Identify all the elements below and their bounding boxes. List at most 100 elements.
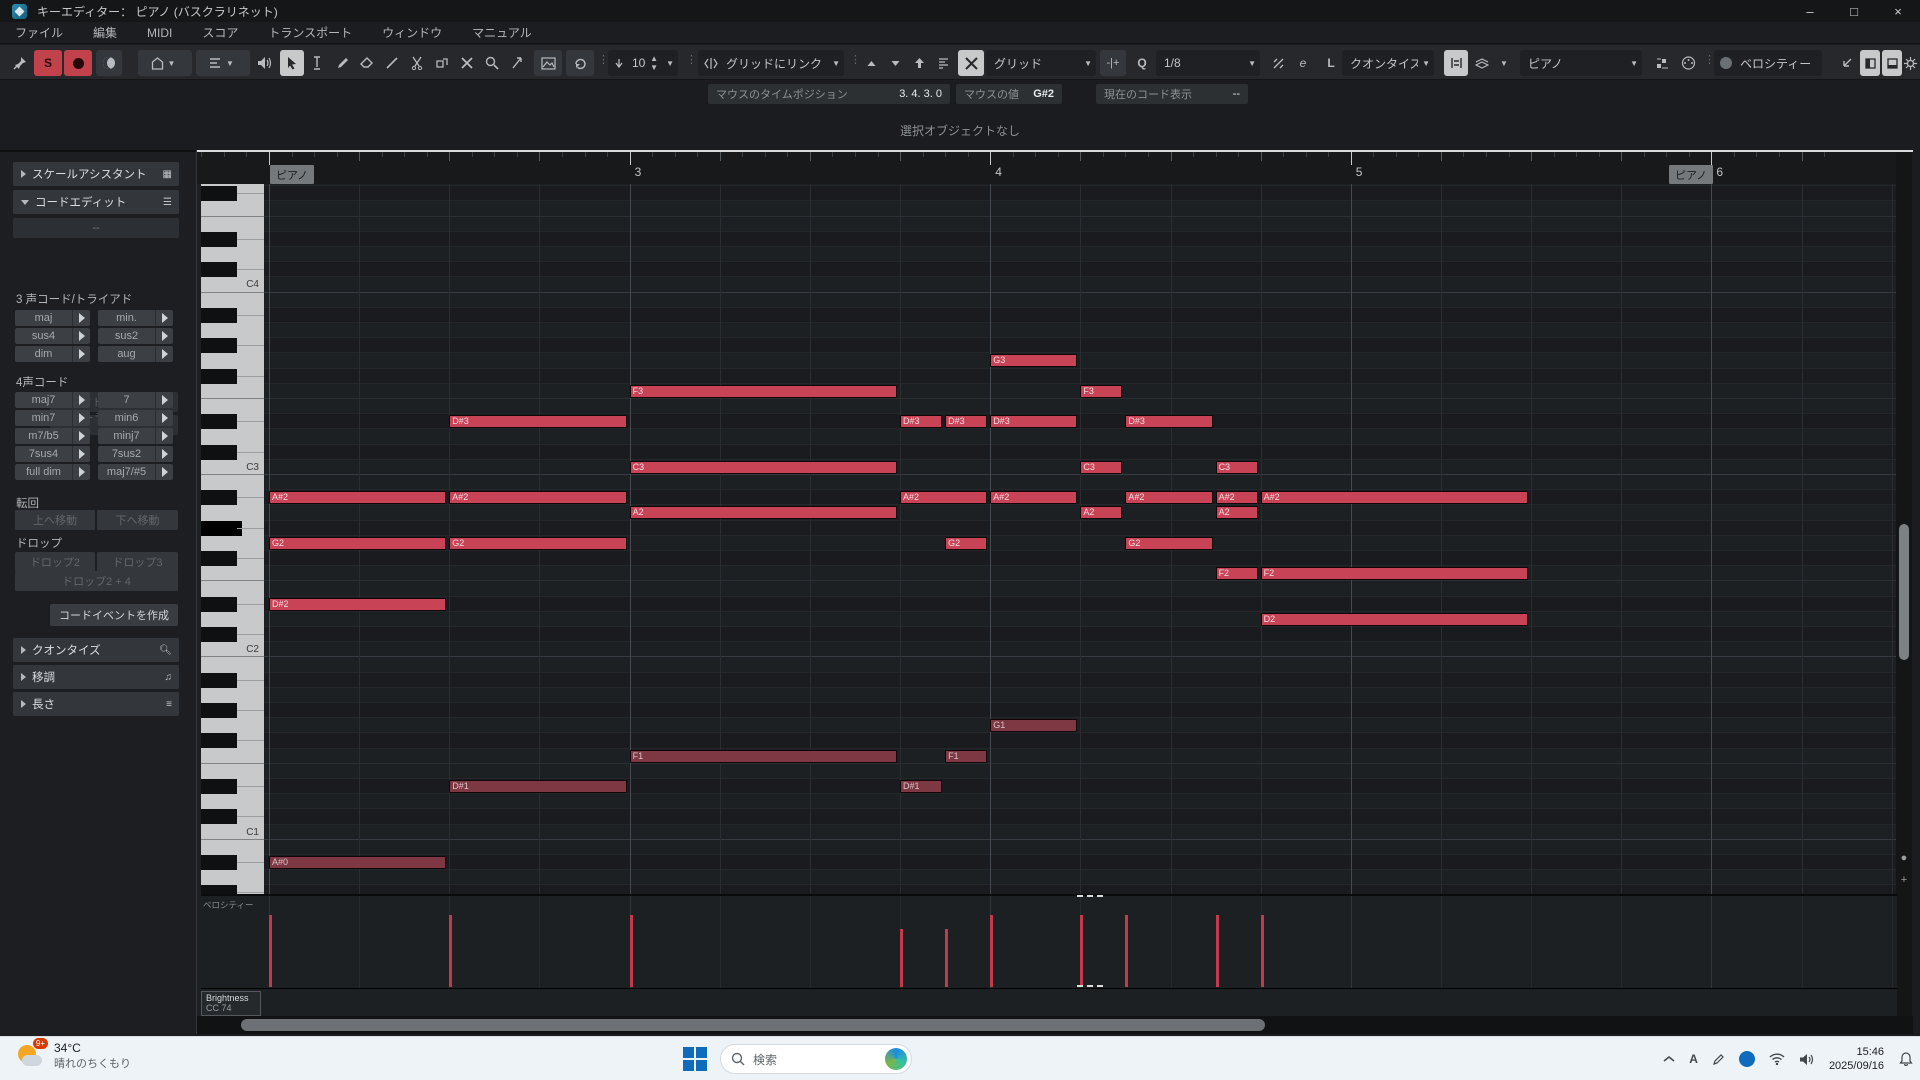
velocity-bar[interactable]	[1216, 915, 1219, 987]
chord-arrow-icon[interactable]	[155, 446, 173, 462]
insert-velocity-value[interactable]: 100	[624, 56, 646, 70]
midi-note[interactable]: D#3	[900, 415, 942, 428]
event-color-button[interactable]	[534, 50, 562, 76]
section-transpose[interactable]: 移調 ♫	[13, 665, 179, 689]
controller-lane[interactable]: Brightness CC 74	[201, 988, 1897, 1016]
chord-label[interactable]: 7sus4	[15, 446, 72, 462]
midi-note[interactable]: D#3	[1125, 415, 1212, 428]
horizontal-scrollbar[interactable]	[197, 1016, 1913, 1034]
velocity-lane[interactable]: ベロシティー	[201, 894, 1897, 988]
part-label-chip[interactable]: ピアノ	[270, 165, 314, 184]
chord-button-min7[interactable]: min7	[15, 410, 90, 426]
midi-note[interactable]: D#3	[449, 415, 626, 428]
midi-note[interactable]: A2	[1080, 506, 1122, 519]
chord-button-7sus2[interactable]: 7sus2	[98, 446, 173, 462]
part-label-chip[interactable]: ピアノ	[1669, 165, 1713, 184]
velocity-bars[interactable]	[264, 896, 1897, 988]
velocity-bar[interactable]	[630, 915, 633, 987]
notification-bell-icon[interactable]	[1899, 1052, 1913, 1066]
close-button[interactable]: ×	[1876, 0, 1920, 22]
onedrive-icon[interactable]	[1739, 1051, 1755, 1067]
track-select[interactable]: ピアノ ▼	[1520, 50, 1642, 76]
midi-note[interactable]: A#2	[900, 491, 987, 504]
midi-note[interactable]: F1	[945, 750, 987, 763]
chord-label[interactable]: maj7/#5	[98, 464, 155, 480]
chevron-down-icon[interactable]: ▼	[1496, 59, 1512, 68]
piano-key-black[interactable]	[201, 262, 237, 277]
time-warp-tool[interactable]	[505, 50, 529, 76]
chord-label[interactable]: 7	[98, 392, 155, 408]
chord-button-maj75[interactable]: maj7/#5	[98, 464, 173, 480]
chevron-down-icon[interactable]: ▼	[1244, 59, 1260, 68]
timeline-ruler[interactable]: 3456ピアノピアノ	[197, 152, 1897, 184]
indep-window-button[interactable]	[1836, 50, 1858, 76]
chord-arrow-icon[interactable]	[72, 392, 90, 408]
piano-keyboard[interactable]: C4C3C2C1	[201, 184, 264, 894]
nudge-start-right-button[interactable]	[884, 50, 906, 76]
pin-icon[interactable]	[8, 50, 32, 76]
menu-3[interactable]: スコア	[187, 24, 253, 41]
midi-note[interactable]: A#2	[1261, 491, 1528, 504]
midi-input-button[interactable]	[1676, 50, 1700, 76]
length-quantize-select[interactable]: クオンタイズ. ▼	[1342, 50, 1434, 76]
piano-key-black[interactable]	[201, 308, 237, 323]
range-selection-tool[interactable]	[305, 50, 329, 76]
chord-arrow-icon[interactable]	[155, 310, 173, 326]
chord-label[interactable]: min.	[98, 310, 155, 326]
chevron-down-icon[interactable]: ▼	[1080, 59, 1096, 68]
chord-label[interactable]: sus4	[15, 328, 72, 344]
solo-button[interactable]: S	[34, 50, 62, 76]
velocity-bar[interactable]	[449, 915, 452, 987]
midi-note[interactable]: D#1	[900, 780, 942, 793]
piano-key-black[interactable]	[201, 490, 237, 505]
quantize-preset-select[interactable]: 1/8 ▼	[1156, 50, 1260, 76]
independent-loop-button[interactable]	[566, 50, 594, 76]
chord-arrow-icon[interactable]	[72, 446, 90, 462]
chord-arrow-icon[interactable]	[155, 328, 173, 344]
stepper-icon[interactable]: ▲▼	[646, 54, 662, 72]
menu-4[interactable]: トランスポート	[253, 24, 367, 41]
maximize-button[interactable]: □	[1832, 0, 1876, 22]
drop2-button[interactable]: ドロップ2	[15, 552, 95, 572]
menu-6[interactable]: マニュアル	[457, 24, 547, 41]
midi-note[interactable]: D#2	[269, 598, 446, 611]
mute-tool[interactable]	[455, 50, 479, 76]
midi-note[interactable]: D#3	[945, 415, 987, 428]
glue-tool[interactable]	[430, 50, 454, 76]
quantize-panel-button[interactable]: e	[1292, 50, 1314, 76]
setup-gear-icon[interactable]	[1902, 50, 1918, 76]
midi-note[interactable]: D#1	[449, 780, 626, 793]
event-colors-value[interactable]: ベロシティー	[1732, 55, 1822, 72]
chord-arrow-icon[interactable]	[72, 328, 90, 344]
minimize-button[interactable]: –	[1788, 0, 1832, 22]
midi-note[interactable]: G3	[990, 354, 1077, 367]
piano-key-black[interactable]	[201, 445, 237, 460]
tray-chevron-up-icon[interactable]	[1663, 1055, 1675, 1063]
move-up-button[interactable]: 上へ移動	[15, 510, 95, 530]
chord-label[interactable]: full dim	[15, 464, 72, 480]
length-quantize-value[interactable]: クオンタイズ.	[1342, 55, 1418, 72]
ime-indicator[interactable]: A	[1689, 1052, 1698, 1066]
chord-arrow-icon[interactable]	[72, 310, 90, 326]
midi-note[interactable]: G2	[945, 537, 987, 550]
link-to-grid-value[interactable]: グリッドにリンク	[718, 55, 828, 72]
insert-velocity-box[interactable]: 100 ▲▼ ▼	[608, 50, 678, 76]
chord-button-aug[interactable]: aug	[98, 346, 173, 362]
midi-note[interactable]: G2	[1125, 537, 1212, 550]
weather-widget[interactable]: 9+ 34°C 晴れのちくもり	[16, 1041, 131, 1071]
midi-note[interactable]: G1	[990, 719, 1077, 732]
chord-arrow-icon[interactable]	[72, 346, 90, 362]
split-scissors-tool[interactable]	[405, 50, 429, 76]
midi-note[interactable]: F2	[1216, 567, 1258, 580]
midi-note[interactable]: A2	[1216, 506, 1258, 519]
chord-label[interactable]: min6	[98, 410, 155, 426]
chord-arrow-icon[interactable]	[72, 464, 90, 480]
midi-note[interactable]: A#2	[269, 491, 446, 504]
midi-note[interactable]: A2	[630, 506, 897, 519]
event-colors-select[interactable]: ベロシティー	[1714, 50, 1822, 76]
chord-label[interactable]: minj7	[98, 428, 155, 444]
menu-0[interactable]: ファイル	[0, 24, 78, 41]
right-zone-toggle[interactable]	[1882, 50, 1902, 76]
piano-key-black[interactable]	[201, 809, 237, 824]
velocity-bar[interactable]	[900, 929, 903, 987]
